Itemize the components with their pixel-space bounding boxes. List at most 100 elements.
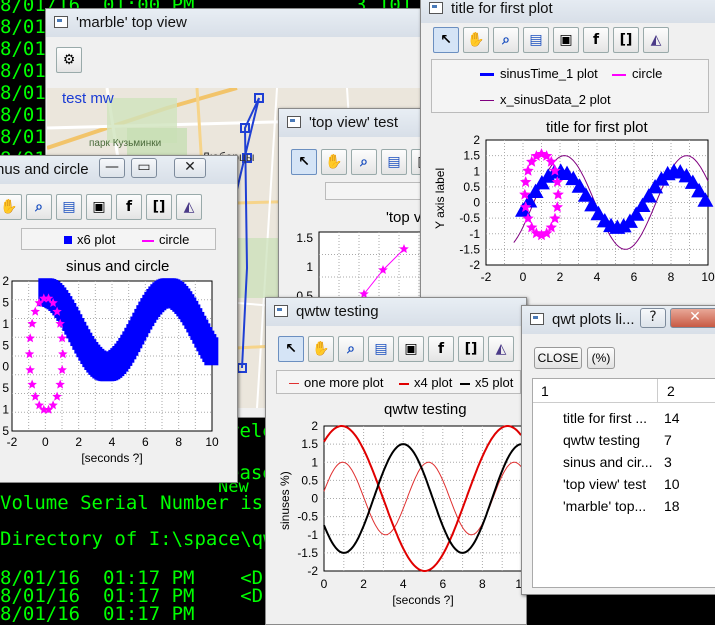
- sinus-circle-window[interactable]: nus and circle — ▭ ✕ ✋ ⌕ ▤ ▣ f [] ◭ x6 p…: [0, 155, 238, 483]
- y-tick-label: -2: [469, 258, 480, 272]
- save-icon[interactable]: ▤: [368, 336, 394, 362]
- close-button[interactable]: ✕: [670, 308, 715, 328]
- x-tick-label: 4: [400, 577, 407, 591]
- testing-titlebar[interactable]: qwtw testing: [266, 298, 526, 326]
- 3d-grid-icon[interactable]: ◭: [643, 27, 669, 53]
- row-id: 3: [664, 454, 672, 470]
- zoom-icon[interactable]: ⌕: [493, 27, 519, 53]
- window-title: 'top view' test: [309, 114, 399, 131]
- window-title: qwtw testing: [296, 303, 379, 320]
- y-tick-label: -1: [469, 227, 480, 241]
- close-list-button[interactable]: CLOSE: [534, 347, 582, 369]
- percent-button[interactable]: (%): [587, 347, 615, 369]
- y-tick-label: 1: [311, 455, 318, 469]
- top-view-plot[interactable]: 1.510.5: [279, 227, 433, 303]
- column-header[interactable]: 2: [667, 383, 675, 399]
- x-tick-label: 10: [701, 270, 715, 284]
- first-plot-canvas[interactable]: 21.510.50-0.5-1-1.5-2-2 0 2 4 6 8 10: [421, 135, 715, 310]
- y-tick-label: 5: [2, 381, 9, 395]
- plot-title: sinus and circle: [66, 258, 170, 275]
- legend-swatch: [64, 236, 72, 244]
- plot-title: title for first plot: [546, 119, 648, 136]
- x-tick-label: 6: [631, 270, 638, 284]
- zoom-icon[interactable]: ⌕: [351, 149, 377, 175]
- plots-list-titlebar[interactable]: qwt plots li... ? ✕: [522, 306, 715, 334]
- plot-legend: sinusTime_1 plot circle x_sinusData_2 pl…: [431, 59, 709, 113]
- plot-toolbar: ✋ ⌕ ▤ ▣ f [] ◭: [0, 194, 237, 226]
- row-name: sinus and cir...: [563, 454, 653, 470]
- f-icon[interactable]: f: [583, 27, 609, 53]
- plots-list-window[interactable]: qwt plots li... ? ✕ CLOSE (%) 1 2 title …: [521, 305, 715, 595]
- marble-titlebar[interactable]: 'marble' top view: [46, 9, 430, 37]
- save-as-icon[interactable]: ▣: [398, 336, 424, 362]
- hand-icon[interactable]: ✋: [463, 27, 489, 53]
- x-axis-label: [seconds ?]: [81, 451, 142, 465]
- 3d-grid-icon[interactable]: ◭: [488, 336, 514, 362]
- minimize-button[interactable]: —: [99, 158, 125, 178]
- zoom-icon[interactable]: ⌕: [338, 336, 364, 362]
- first-plot-window[interactable]: title for first plot ↖ ✋ ⌕ ▤ ▣ f [] ◭ si…: [420, 0, 715, 326]
- y-tick-label: 0.5: [463, 180, 480, 194]
- legend-item: sinusTime_1 plot: [480, 66, 598, 81]
- legend-swatch: [399, 382, 409, 385]
- y-tick-label: 2: [2, 276, 9, 288]
- x-tick-label: 6: [439, 577, 446, 591]
- legend-item: x5 plot: [460, 375, 513, 390]
- first-plot-titlebar[interactable]: title for first plot: [421, 0, 715, 23]
- cursor-icon[interactable]: ↖: [291, 149, 317, 175]
- plot-title: 'top v: [386, 209, 422, 226]
- legend-swatch: [612, 73, 626, 76]
- y-tick-label: 0: [473, 196, 480, 210]
- plot-toolbar: ↖ ✋ ⌕ ▤ ▣: [279, 149, 432, 181]
- testing-plot-canvas[interactable]: 21.510.50-0.5-1-1.5-20246810[seconds ?]: [266, 416, 527, 625]
- map-label: test mw: [62, 90, 114, 107]
- window-app-icon: [54, 16, 68, 28]
- cursor-icon[interactable]: ↖: [278, 336, 304, 362]
- column-header[interactable]: 1: [541, 383, 549, 399]
- y-tick-label: 2: [473, 135, 480, 147]
- help-button[interactable]: ?: [640, 308, 666, 328]
- plot-legend: x6 plot circle: [21, 228, 216, 250]
- y-tick-label: 1: [306, 260, 313, 274]
- save-icon[interactable]: ▤: [523, 27, 549, 53]
- y-tick-label: -1.5: [459, 242, 480, 256]
- hand-icon[interactable]: ✋: [0, 194, 22, 220]
- close-button[interactable]: ✕: [174, 158, 206, 178]
- testing-window[interactable]: qwtw testing ↖ ✋ ⌕ ▤ ▣ f [] ◭ one more p…: [265, 297, 527, 625]
- hand-icon[interactable]: ✋: [308, 336, 334, 362]
- legend-swatch: [480, 100, 494, 102]
- f-icon[interactable]: f: [428, 336, 454, 362]
- save-as-icon[interactable]: ▣: [553, 27, 579, 53]
- save-icon[interactable]: ▤: [56, 194, 82, 220]
- legend-swatch: [142, 239, 154, 242]
- sinus-circle-titlebar[interactable]: nus and circle — ▭ ✕: [0, 156, 237, 184]
- brackets-icon[interactable]: []: [146, 194, 172, 220]
- legend-item: x4 plot: [399, 375, 452, 390]
- layers-icon[interactable]: ⚙: [56, 47, 82, 73]
- plots-table[interactable]: 1 2 title for first ... 14 qwtw testing 7 …: [532, 378, 715, 588]
- save-as-icon[interactable]: ▣: [86, 194, 112, 220]
- top-view-titlebar[interactable]: 'top view' test: [279, 109, 432, 137]
- y-tick-label: 1.5: [463, 149, 480, 163]
- 3d-grid-icon[interactable]: ◭: [176, 194, 202, 220]
- x-tick-label: 4: [109, 435, 116, 449]
- zoom-icon[interactable]: ⌕: [26, 194, 52, 220]
- brackets-icon[interactable]: []: [613, 27, 639, 53]
- cursor-icon[interactable]: ↖: [433, 27, 459, 53]
- legend-item: circle: [612, 66, 662, 81]
- top-view-window[interactable]: 'top view' test ↖ ✋ ⌕ ▤ ▣ 'top v 1.510.5: [278, 108, 433, 303]
- maximize-button[interactable]: ▭: [131, 158, 157, 178]
- hand-icon[interactable]: ✋: [321, 149, 347, 175]
- window-title: qwt plots li...: [552, 311, 635, 328]
- y-tick-label: 1: [473, 164, 480, 178]
- f-icon[interactable]: f: [116, 194, 142, 220]
- row-id: 10: [664, 476, 680, 492]
- sinus-circle-plot[interactable]: 25150515-2 0 2 4 6 8 10[seconds ?]: [0, 276, 238, 481]
- legend-item: one more plot: [289, 375, 384, 390]
- x-tick-label: 8: [479, 577, 486, 591]
- table-header: 1 2: [533, 379, 715, 403]
- x-tick-label: 4: [594, 270, 601, 284]
- brackets-icon[interactable]: []: [458, 336, 484, 362]
- save-icon[interactable]: ▤: [381, 149, 407, 175]
- y-tick-label: 1: [2, 317, 9, 331]
